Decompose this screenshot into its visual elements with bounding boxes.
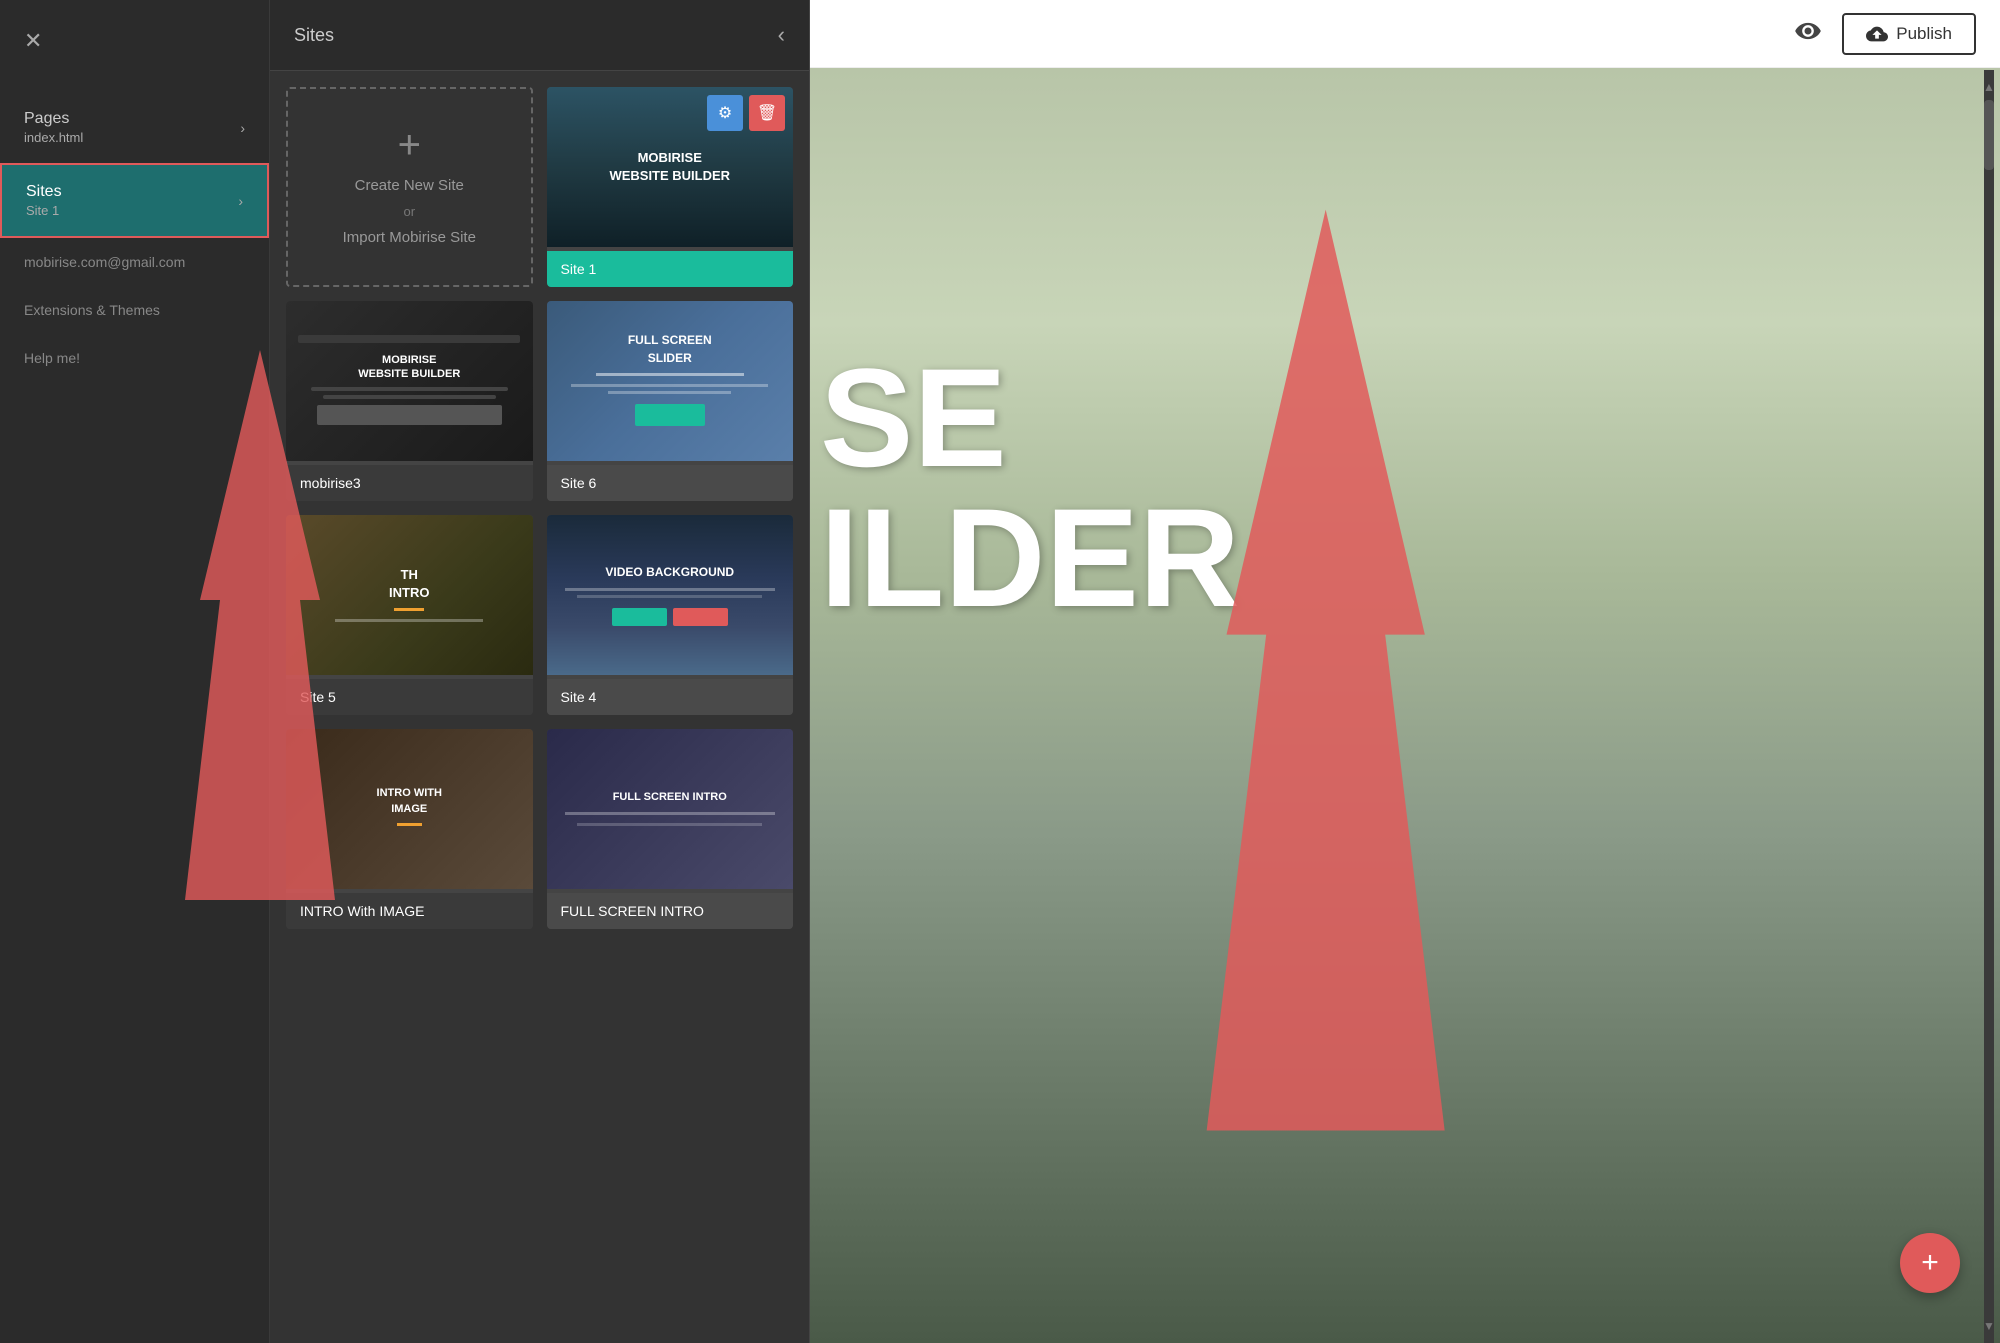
background-scene: SE ILDER — [810, 68, 2000, 1343]
intro-image-thumbnail: INTRO WITH IMAGE — [286, 729, 533, 893]
chevron-right-icon: › — [238, 193, 243, 209]
nav-item-content: Pages index.html — [24, 110, 83, 145]
fab-add-button[interactable]: + — [1900, 1233, 1960, 1293]
sidebar-item-extensions[interactable]: Extensions & Themes — [0, 286, 269, 334]
fullscreen-intro-thumb-text: FULL SCREEN INTRO — [613, 790, 727, 805]
create-new-label: Create New Site or Import Mobirise Site — [343, 175, 476, 250]
site1-actions: ⚙ 🗑 — [707, 95, 785, 131]
site-card-site5[interactable]: TH INTRO Site 5 — [286, 515, 533, 715]
bg-text-se: SE — [820, 348, 1007, 488]
sidebar-header: ✕ — [0, 0, 269, 82]
site5-thumb-text: TH INTRO — [389, 566, 429, 602]
sidebar-item-email[interactable]: mobirise.com@gmail.com — [0, 238, 269, 286]
site1-thumbnail: ⚙ 🗑 MOBIRISE WEBSITE BUILDER — [547, 87, 794, 251]
sidebar-item-sites[interactable]: Sites Site 1 › — [0, 163, 269, 238]
site5-thumbnail: TH INTRO — [286, 515, 533, 679]
site5-footer: Site 5 — [286, 679, 533, 715]
sidebar-item-pages[interactable]: Pages index.html › — [0, 92, 269, 163]
email-label: mobirise.com@gmail.com — [24, 254, 185, 270]
arrow-annotation-2 — [810, 68, 2000, 1343]
pages-label: Pages — [24, 110, 83, 128]
close-icon: ✕ — [24, 28, 42, 53]
site4-thumb-text: VIDEO BACKGROUND — [605, 564, 734, 581]
sidebar-nav: Pages index.html › Sites Site 1 › mobiri… — [0, 82, 269, 1343]
publish-label: Publish — [1896, 24, 1952, 44]
cloud-upload-icon — [1866, 23, 1888, 45]
site1-delete-button[interactable]: 🗑 — [749, 95, 785, 131]
sites-panel: Sites ‹ ▲ ▼ + Create New Site or Import … — [270, 0, 810, 1343]
site1-footer: Site 1 — [547, 251, 794, 287]
site1-settings-button[interactable]: ⚙ — [707, 95, 743, 131]
sites-panel-header: Sites ‹ — [270, 0, 809, 71]
site-card-mobirise3[interactable]: MOBIRISEWEBSITE BUILDER mobirise3 — [286, 301, 533, 501]
sites-label: Sites — [26, 183, 62, 201]
chevron-right-icon: › — [240, 120, 245, 136]
site-card-site6[interactable]: FULL SCREEN SLIDER Site 6 — [547, 301, 794, 501]
site-card-intro-image[interactable]: INTRO WITH IMAGE INTRO With IMAGE — [286, 729, 533, 929]
sidebar: ✕ Pages index.html › Sites Site 1 › mobi… — [0, 0, 270, 1343]
main-header: Publish — [810, 0, 2000, 68]
site-card-site1[interactable]: ⚙ 🗑 MOBIRISE WEBSITE BUILDER Site 1 — [547, 87, 794, 287]
main-content: Publish SE ILDER + — [810, 0, 2000, 1343]
help-label: Help me! — [24, 350, 80, 366]
extensions-label: Extensions & Themes — [24, 302, 160, 318]
create-new-site-card[interactable]: + Create New Site or Import Mobirise Sit… — [286, 87, 533, 287]
site-card-fullscreen-intro[interactable]: FULL SCREEN INTRO FULL SCREEN INTRO — [547, 729, 794, 929]
site4-thumbnail: VIDEO BACKGROUND — [547, 515, 794, 679]
site6-footer: Site 6 — [547, 465, 794, 501]
fab-plus-icon: + — [1921, 1246, 1939, 1280]
preview-button[interactable] — [1794, 17, 1822, 50]
intro-image-thumb-text: INTRO WITH IMAGE — [377, 786, 442, 817]
intro-image-footer: INTRO With IMAGE — [286, 893, 533, 929]
sites-panel-title: Sites — [294, 25, 334, 46]
sites-sub: Site 1 — [26, 201, 62, 218]
site6-thumbnail: FULL SCREEN SLIDER — [547, 301, 794, 465]
mobirise3-thumbnail: MOBIRISEWEBSITE BUILDER — [286, 301, 533, 465]
fullscreen-intro-thumbnail: FULL SCREEN INTRO — [547, 729, 794, 893]
arrow-annotation-overlay — [810, 68, 2000, 1343]
fullscreen-intro-footer: FULL SCREEN INTRO — [547, 893, 794, 929]
nav-item-content: Sites Site 1 — [26, 183, 62, 218]
site6-thumb-text: FULL SCREEN SLIDER — [628, 331, 712, 367]
plus-icon: + — [398, 125, 421, 165]
eye-icon — [1794, 17, 1822, 45]
sidebar-item-help[interactable]: Help me! — [0, 334, 269, 382]
sidebar-close-button[interactable]: ✕ — [24, 28, 42, 54]
sites-panel-close-button[interactable]: ‹ — [778, 22, 785, 48]
publish-button[interactable]: Publish — [1842, 13, 1976, 55]
site1-thumb-text: MOBIRISE WEBSITE BUILDER — [609, 149, 730, 185]
sites-grid: + Create New Site or Import Mobirise Sit… — [270, 71, 809, 1343]
site-card-site4[interactable]: VIDEO BACKGROUND Site 4 — [547, 515, 794, 715]
mobirise3-footer: mobirise3 — [286, 465, 533, 501]
bg-text-ilder: ILDER — [820, 488, 1240, 628]
pages-sub: index.html — [24, 128, 83, 145]
site4-footer: Site 4 — [547, 679, 794, 715]
